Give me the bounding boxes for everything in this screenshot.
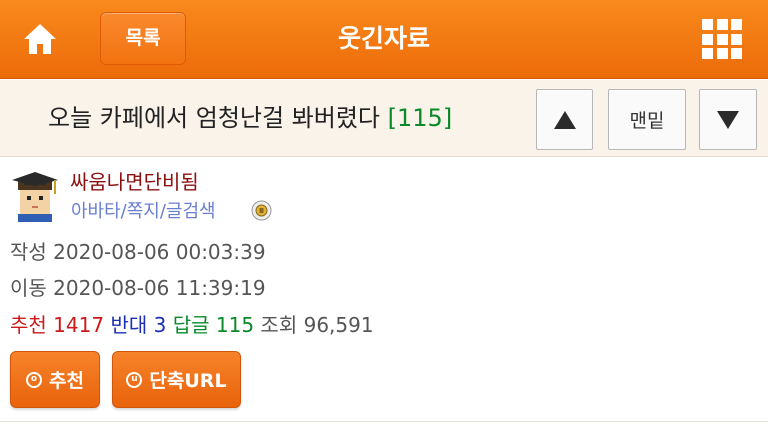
divider — [0, 421, 768, 422]
scroll-down-button[interactable] — [699, 89, 757, 150]
avatar[interactable] — [10, 168, 60, 222]
oppose-count: 3 — [153, 313, 167, 337]
moved-date: 이동 2020-08-06 11:39:19 — [10, 276, 266, 300]
page-title: 웃긴자료 — [337, 24, 430, 53]
list-button[interactable]: 목록 — [100, 12, 186, 65]
scroll-up-button[interactable] — [536, 89, 593, 150]
grid-menu-button[interactable] — [702, 19, 742, 59]
views-label: 조회 — [260, 313, 298, 337]
grid-menu-icon — [702, 48, 713, 59]
reply-label: 답글 — [172, 313, 210, 337]
comment-count: [115] — [387, 104, 453, 132]
author-name[interactable]: 싸움나면단비됨 — [70, 166, 199, 195]
recommend-button-label: 추천 — [49, 370, 84, 392]
grid-menu-icon — [731, 48, 742, 59]
short-url-button-label: 단축URL — [149, 370, 227, 392]
grid-menu-icon — [731, 33, 742, 45]
recommend-count: 1417 — [53, 313, 105, 337]
grid-menu-icon — [702, 33, 713, 45]
views-count: 96,591 — [303, 313, 374, 337]
short-url-button[interactable]: u 단축URL — [112, 351, 241, 408]
post-stats: 추천 1417 반대 3 답글 115 조회 96,591 — [10, 309, 374, 338]
post-title-bar: 오늘 카페에서 엄청난걸 봐버렸다 [115] 맨밑 — [0, 80, 768, 157]
recommend-icon: o — [26, 371, 43, 388]
post-title-text: 오늘 카페에서 엄청난걸 봐버렸다 — [48, 104, 381, 132]
grid-menu-icon — [716, 33, 728, 45]
recommend-button[interactable]: o 추천 — [10, 351, 100, 408]
home-button[interactable] — [22, 21, 58, 57]
grid-menu-icon — [716, 48, 728, 59]
post-title: 오늘 카페에서 엄청난걸 봐버렸다 [115] — [48, 80, 452, 157]
grid-menu-icon — [731, 19, 742, 30]
short-url-icon: u — [126, 371, 143, 388]
author-links[interactable]: 아바타/쪽지/글검색 — [71, 197, 216, 223]
recommend-label: 추천 — [10, 313, 47, 337]
grid-menu-icon — [716, 19, 728, 30]
scroll-bottom-button[interactable]: 맨밑 — [608, 89, 686, 150]
top-header: 목록 웃긴자료 — [0, 0, 768, 79]
reply-count: 115 — [215, 313, 255, 337]
medal-icon — [251, 200, 272, 221]
grid-menu-icon — [702, 19, 713, 30]
home-icon — [24, 24, 56, 54]
oppose-label: 반대 — [110, 313, 148, 337]
arrow-down-icon — [717, 110, 739, 129]
arrow-up-icon — [553, 110, 576, 129]
written-date: 작성 2020-08-06 00:03:39 — [10, 240, 266, 264]
